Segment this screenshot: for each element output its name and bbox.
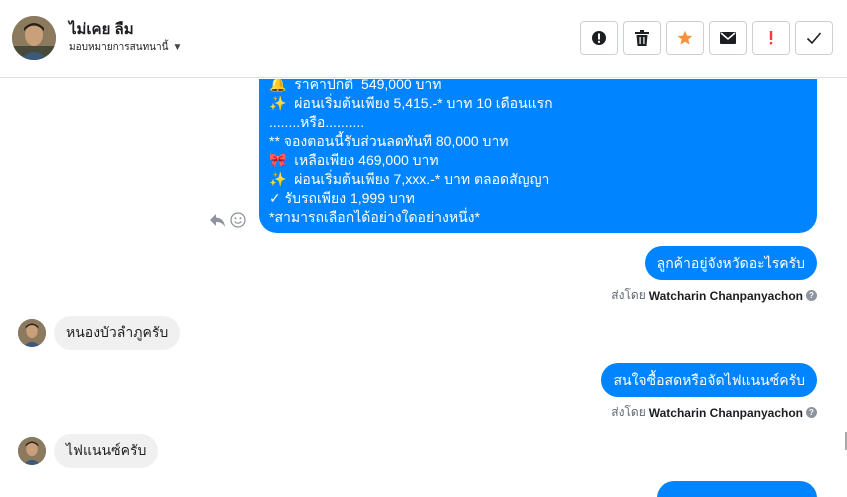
alert-circle-icon: [592, 31, 606, 45]
sent-by-prefix: ส่งโดย: [611, 405, 646, 419]
incoming-message-row: หนองบัวลำภูครับ: [18, 316, 181, 350]
promo-line: 🎀 เหลือเพียง 469,000 บาท: [269, 152, 439, 168]
message-thread: 🔔 ราคาปกติ 549,000 บาท ✨ ผ่อนเริ่มต้นเพี…: [0, 79, 847, 497]
check-icon: [806, 32, 822, 45]
sent-by-prefix: ส่งโดย: [611, 288, 646, 302]
star-icon: [677, 30, 693, 45]
help-icon[interactable]: ?: [806, 290, 817, 301]
contact-avatar-small[interactable]: [18, 319, 46, 347]
inbox-conversation: ไม่เคย ลืม มอบหมายการสนทนานี้ ▼ 🔔 ราคาปก…: [0, 0, 847, 497]
incoming-message[interactable]: ไฟแนนซ์ครับ: [54, 434, 159, 468]
outgoing-message-promo[interactable]: 🔔 ราคาปกติ 549,000 บาท ✨ ผ่อนเริ่มต้นเพี…: [259, 79, 817, 233]
promo-line: *สามารถเลือกได้อย่างใดอย่างหนึ่ง*: [269, 209, 480, 225]
email-button[interactable]: [709, 21, 747, 55]
contact-avatar[interactable]: [12, 16, 56, 60]
delete-button[interactable]: [623, 21, 661, 55]
assign-label: มอบหมายการสนทนานี้: [69, 42, 169, 53]
incoming-message-row: ไฟแนนซ์ครับ: [18, 434, 159, 468]
done-button[interactable]: [795, 21, 833, 55]
contact-avatar-small[interactable]: [18, 437, 46, 465]
outgoing-message-partial[interactable]: [657, 481, 817, 497]
promo-line: 🔔 ราคาปกติ 549,000 บาท: [269, 79, 442, 92]
envelope-icon: [720, 32, 736, 44]
agent-name[interactable]: Watcharin Chanpanyachon: [649, 289, 803, 303]
spam-button[interactable]: [752, 21, 790, 55]
outgoing-message[interactable]: สนใจซื้อสดหรือจัดไฟแนนซ์ครับ: [601, 363, 817, 397]
outgoing-message[interactable]: ลูกค้าอยู่จังหวัดอะไรครับ: [644, 246, 817, 280]
promo-line: ✨ ผ่อนเริ่มต้นเพียง 5,415.-* บาท 10 เดือ…: [269, 95, 553, 111]
alert-button[interactable]: [580, 21, 618, 55]
message-actions: [209, 212, 246, 228]
caret-down-icon: ▼: [172, 42, 183, 53]
exclamation-icon: [769, 31, 773, 45]
agent-name[interactable]: Watcharin Chanpanyachon: [649, 406, 803, 420]
promo-line: ** จองตอนนี้รับส่วนลดทันที 80,000 บาท: [269, 133, 509, 149]
sent-by-label: ส่งโดย Watcharin Chanpanyachon ?: [611, 403, 817, 422]
contact-name[interactable]: ไม่เคย ลืม: [69, 17, 134, 41]
reply-icon[interactable]: [209, 212, 226, 228]
incoming-message[interactable]: หนองบัวลำภูครับ: [54, 316, 181, 350]
emoji-icon[interactable]: [230, 212, 246, 228]
help-icon[interactable]: ?: [806, 407, 817, 418]
star-button[interactable]: [666, 21, 704, 55]
conversation-header: ไม่เคย ลืม มอบหมายการสนทนานี้ ▼: [0, 0, 847, 78]
promo-line: ✨ ผ่อนเริ่มต้นเพียง 7,xxx.-* บาท ตลอดสัญ…: [269, 171, 550, 187]
conversation-toolbar: [580, 21, 833, 55]
trash-icon: [635, 30, 649, 46]
promo-line: ........หรือ..........: [269, 114, 365, 130]
sent-by-label: ส่งโดย Watcharin Chanpanyachon ?: [611, 286, 817, 305]
assign-conversation-dropdown[interactable]: มอบหมายการสนทนานี้ ▼: [69, 40, 182, 55]
promo-line: ✓ รับรถเพียง 1,999 บาท: [269, 190, 415, 206]
